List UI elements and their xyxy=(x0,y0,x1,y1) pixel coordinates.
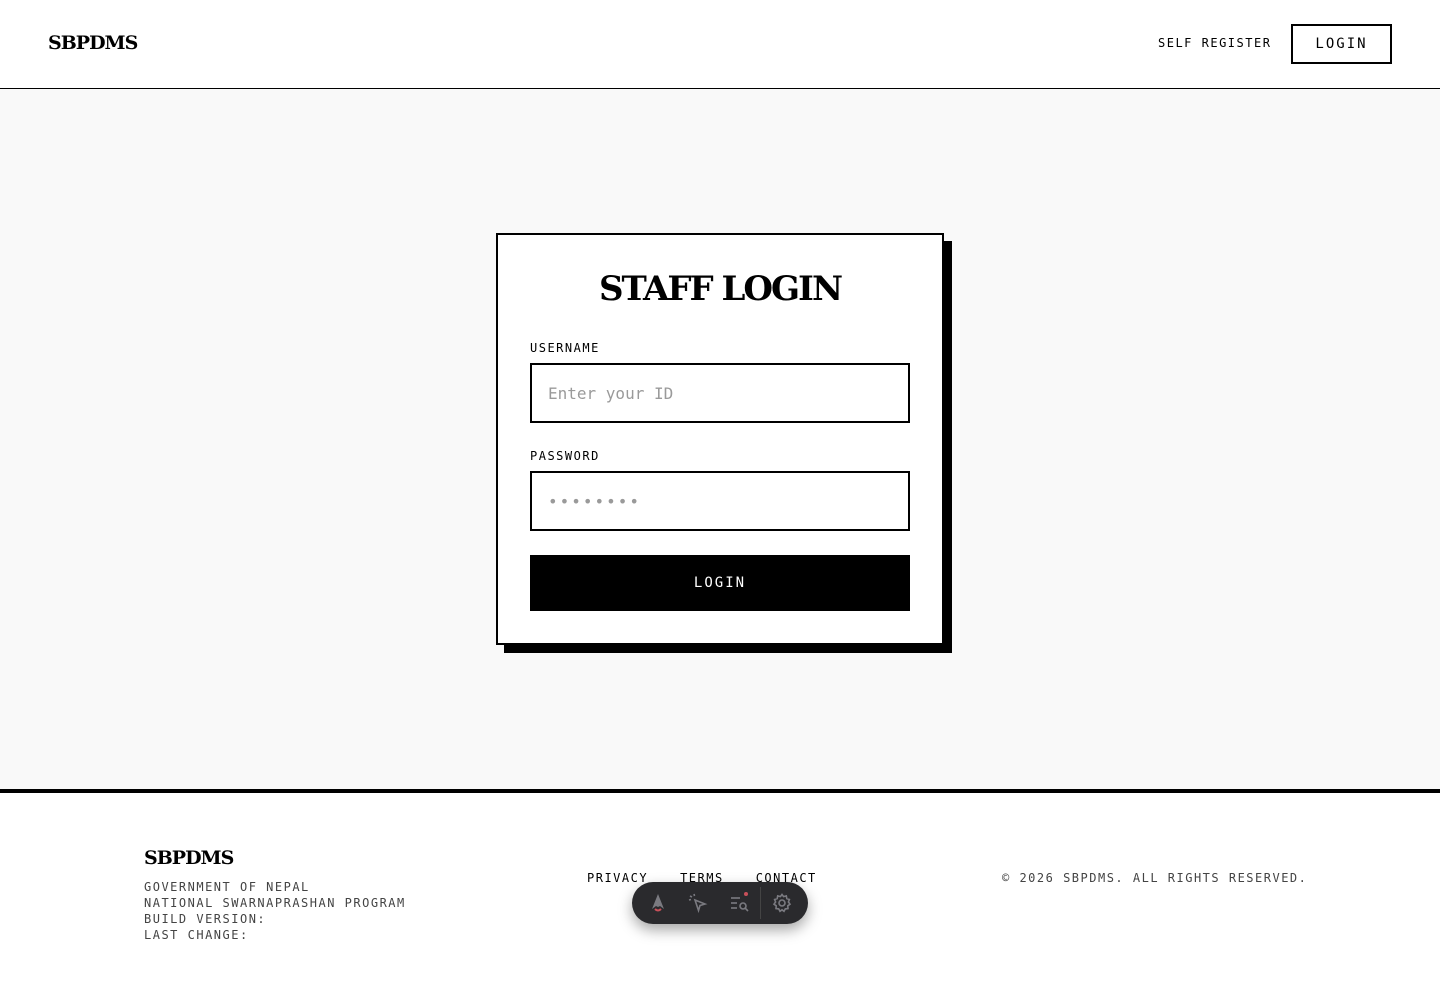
footer-info-line: BUILD VERSION: xyxy=(144,912,267,926)
footer-brand: SBPDMS xyxy=(144,847,234,869)
dev-toolbar xyxy=(632,882,808,924)
header-login-button[interactable]: LOGIN xyxy=(1291,24,1392,64)
login-submit-button[interactable]: LOGIN xyxy=(530,555,910,611)
brand-logo[interactable]: SBPDMS xyxy=(48,32,138,54)
password-input[interactable] xyxy=(530,471,910,531)
site-header: SBPDMS SELF REGISTER LOGIN xyxy=(0,0,1440,89)
footer-info: GOVERNMENT OF NEPAL NATIONAL SWARNAPRASH… xyxy=(144,879,406,943)
footer-info-line: NATIONAL SWARNAPRASHAN PROGRAM xyxy=(144,896,406,910)
staff-login-card: STAFF LOGIN USERNAME PASSWORD LOGIN xyxy=(496,233,944,645)
username-label: USERNAME xyxy=(530,341,600,355)
self-register-link[interactable]: SELF REGISTER xyxy=(1158,36,1271,50)
notification-dot xyxy=(743,892,748,896)
toolbar-divider xyxy=(759,887,761,919)
cursor-inspect-icon[interactable] xyxy=(678,882,718,924)
astro-logo-icon[interactable] xyxy=(638,882,678,924)
username-input[interactable] xyxy=(530,363,910,423)
footer-info-line: GOVERNMENT OF NEPAL xyxy=(144,880,310,894)
copyright-text: © 2026 SBPDMS. ALL RIGHTS RESERVED. xyxy=(1002,871,1308,885)
footer-info-line: LAST CHANGE: xyxy=(144,928,249,942)
page-title: STAFF LOGIN xyxy=(598,269,843,309)
audit-search-icon[interactable] xyxy=(719,882,759,924)
main-content: STAFF LOGIN USERNAME PASSWORD LOGIN xyxy=(0,89,1440,789)
gear-icon[interactable] xyxy=(762,882,802,924)
password-label: PASSWORD xyxy=(530,449,600,463)
